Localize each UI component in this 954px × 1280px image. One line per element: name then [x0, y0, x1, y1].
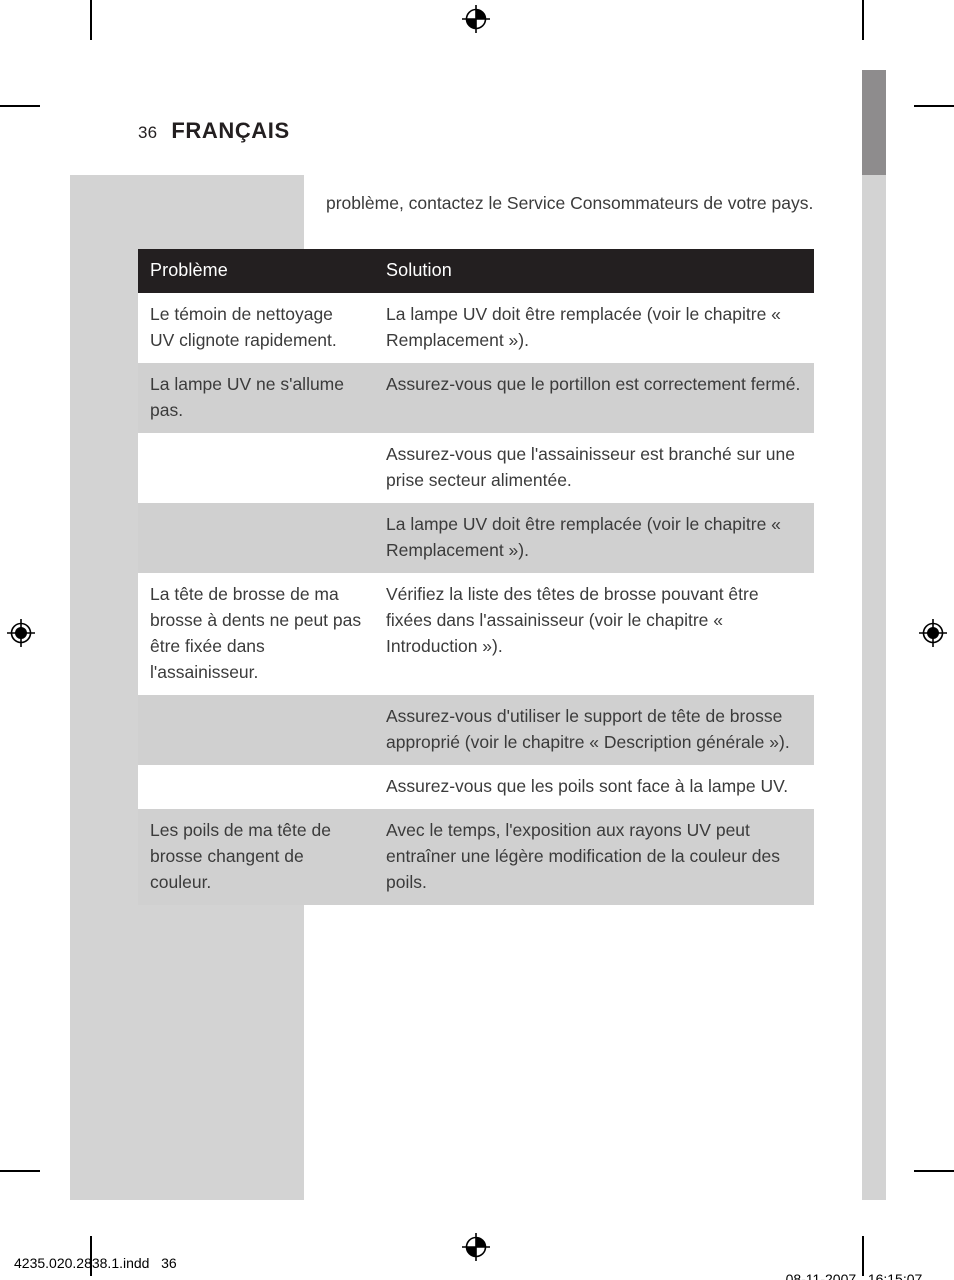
cell-problem [138, 695, 374, 765]
footer-time: 16:15:07 [867, 1271, 923, 1280]
table-row: Assurez-vous que l'assainisseur est bran… [138, 433, 814, 503]
table-head: Problème Solution [138, 249, 814, 293]
thumb-index-strip [862, 175, 886, 1200]
crop-mark-right-lower [914, 1170, 954, 1172]
page-header: 36 FRANÇAIS [138, 118, 290, 144]
cell-problem [138, 433, 374, 503]
footer-date: 08-11-2007 [785, 1271, 857, 1280]
cell-solution: La lampe UV doit être remplacée (voir le… [374, 293, 814, 363]
table-row: Assurez-vous que les poils sont face à l… [138, 765, 814, 809]
registration-mark-bottom [462, 1233, 490, 1261]
table-row: Les poils de ma tête de brosse changent … [138, 809, 814, 905]
table-row: Assurez-vous d'utiliser le support de tê… [138, 695, 814, 765]
registration-mark-right [919, 619, 947, 647]
troubleshooting-table: Problème Solution Le témoin de nettoyage… [138, 249, 814, 905]
table-row: La tête de brosse de ma brosse à dents n… [138, 573, 814, 695]
table-row: La lampe UV doit être remplacée (voir le… [138, 503, 814, 573]
table-row: Le témoin de nettoyage UV clignote rapid… [138, 293, 814, 363]
column-header-problem: Problème [138, 249, 374, 293]
cell-problem [138, 503, 374, 573]
crop-mark-top-left [90, 0, 92, 40]
footer-timestamp: 08-11-2007 16:15:07 [770, 1255, 923, 1280]
cell-solution: Assurez-vous que les poils sont face à l… [374, 765, 814, 809]
page-title: FRANÇAIS [171, 118, 290, 143]
cell-problem: Le témoin de nettoyage UV clignote rapid… [138, 293, 374, 363]
cell-problem: Les poils de ma tête de brosse changent … [138, 809, 374, 905]
thumb-index-tab-active [862, 70, 886, 175]
page-number: 36 [138, 123, 158, 142]
registration-mark-top [462, 5, 490, 33]
crop-mark-left-upper [0, 105, 40, 107]
cell-solution: Avec le temps, l'exposition aux rayons U… [374, 809, 814, 905]
cell-problem: La lampe UV ne s'allume pas. [138, 363, 374, 433]
footer-file-slug: 4235.020.2838.1.indd 36 [14, 1255, 177, 1271]
footer-spacer [856, 1271, 868, 1280]
document-page: 36 FRANÇAIS problème, contactez le Servi… [0, 0, 954, 1280]
cell-solution: Assurez-vous d'utiliser le support de tê… [374, 695, 814, 765]
registration-mark-left [7, 619, 35, 647]
crop-mark-left-lower [0, 1170, 40, 1172]
table-header-row: Problème Solution [138, 249, 814, 293]
intro-paragraph: problème, contactez le Service Consommat… [326, 192, 814, 213]
cell-solution: La lampe UV doit être remplacée (voir le… [374, 503, 814, 573]
cell-problem [138, 765, 374, 809]
table-body: Le témoin de nettoyage UV clignote rapid… [138, 293, 814, 905]
cell-problem: La tête de brosse de ma brosse à dents n… [138, 573, 374, 695]
cell-solution: Vérifiez la liste des têtes de brosse po… [374, 573, 814, 695]
table-row: La lampe UV ne s'allume pas. Assurez-vous… [138, 363, 814, 433]
column-header-solution: Solution [374, 249, 814, 293]
cell-solution: Assurez-vous que le portillon est correc… [374, 363, 814, 433]
crop-mark-right-upper [914, 105, 954, 107]
crop-mark-top-right [862, 0, 864, 40]
cell-solution: Assurez-vous que l'assainisseur est bran… [374, 433, 814, 503]
